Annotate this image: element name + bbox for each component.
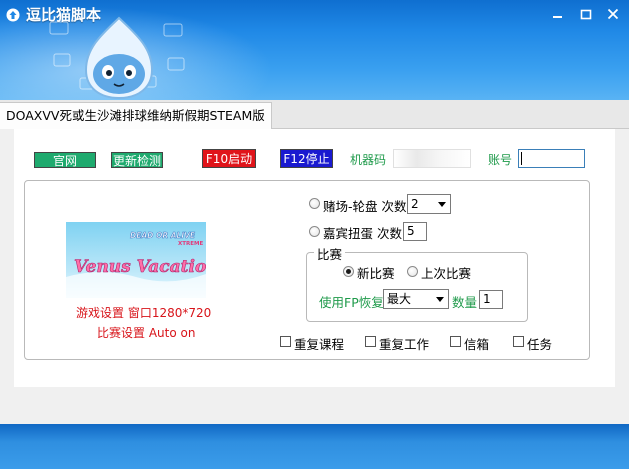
text-caret — [521, 152, 522, 165]
machine-code-label: 机器码 — [350, 153, 387, 167]
tab-doaxvv[interactable]: DOAXVV死或生沙滩排球维纳斯假期STEAM版 — [0, 102, 272, 129]
game-banner: DEAD OR ALIVE XTREME Venus Vacation — [66, 222, 206, 298]
gacha-count-input[interactable]: 5 — [403, 222, 427, 241]
quantity-label: 数量 — [452, 295, 478, 310]
account-label: 账号 — [488, 153, 513, 167]
mailbox-checkbox[interactable] — [450, 336, 461, 347]
last-match-radio[interactable] — [407, 266, 418, 277]
official-site-button[interactable]: 官网 — [34, 152, 96, 168]
last-match-label: 上次比赛 — [421, 266, 472, 281]
quantity-input[interactable]: 1 — [479, 290, 503, 309]
gacha-label: 嘉宾扭蛋 次数 — [323, 226, 402, 241]
banner-line3: Venus Vacation — [74, 257, 206, 277]
banner-line1: DEAD OR ALIVE — [130, 231, 196, 240]
chevron-down-icon — [438, 202, 446, 207]
game-banner-image: DEAD OR ALIVE XTREME Venus Vacation — [66, 222, 206, 298]
repeat-work-checkbox[interactable] — [365, 336, 376, 347]
casino-count-value: 2 — [411, 197, 419, 211]
casino-roulette-label: 赌场-轮盘 次数 — [323, 199, 407, 214]
account-input[interactable] — [518, 149, 585, 168]
casino-count-select[interactable]: 2 — [407, 194, 451, 214]
new-match-label: 新比赛 — [357, 266, 395, 281]
new-match-radio[interactable] — [343, 266, 354, 277]
chevron-down-icon — [436, 297, 444, 302]
fp-recovery-value: 最大 — [387, 292, 412, 306]
fp-recovery-label: 使用FP恢复 — [319, 295, 384, 310]
title-bar: 逗比猫脚本 — [0, 0, 629, 100]
tasks-checkbox[interactable] — [513, 336, 524, 347]
maximize-icon[interactable] — [576, 4, 596, 24]
minimize-icon[interactable] — [548, 4, 568, 24]
update-check-button[interactable]: 更新检测 — [111, 152, 163, 168]
machine-code-field[interactable] — [393, 149, 471, 168]
footer-band — [0, 424, 629, 469]
match-settings-text: 比赛设置 Auto on — [97, 326, 196, 340]
tasks-label: 任务 — [527, 337, 553, 352]
repeat-work-label: 重复工作 — [379, 337, 430, 352]
repeat-course-checkbox[interactable] — [280, 336, 291, 347]
fp-recovery-select[interactable]: 最大 — [383, 289, 449, 309]
casino-roulette-radio[interactable] — [309, 198, 320, 209]
match-group-title: 比赛 — [314, 244, 346, 263]
mailbox-label: 信箱 — [464, 337, 490, 352]
game-settings-text: 游戏设置 窗口1280*720 — [76, 306, 212, 320]
gacha-radio[interactable] — [309, 226, 320, 237]
repeat-course-label: 重复课程 — [294, 337, 345, 352]
app-icon — [6, 8, 20, 22]
mascot-logo-icon — [49, 16, 185, 100]
stop-button[interactable]: F12停止 — [280, 149, 333, 168]
start-button[interactable]: F10启动 — [202, 149, 256, 168]
banner-line2: XTREME — [178, 241, 203, 247]
close-icon[interactable] — [603, 4, 623, 24]
